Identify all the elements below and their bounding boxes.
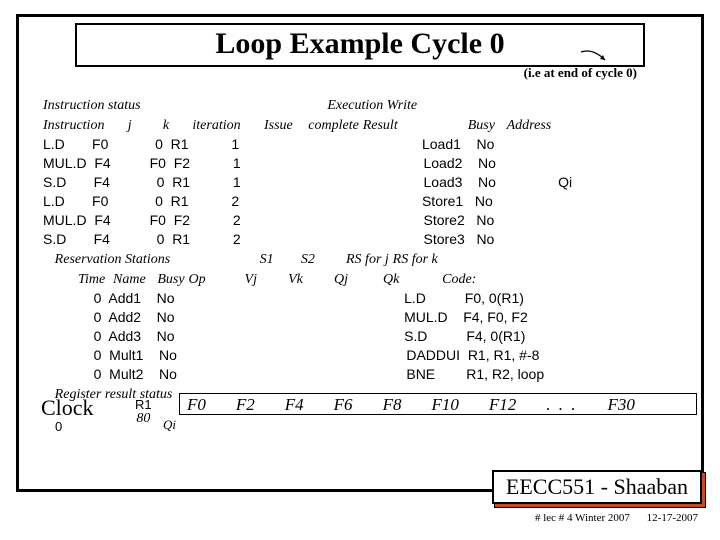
instr-row: S.D [43, 174, 66, 190]
hdr-issue: Issue [264, 118, 293, 133]
footer-date: 12-17-2007 [647, 512, 698, 524]
rs-row: 0 [94, 309, 102, 325]
r1-column: R1 80 [135, 397, 152, 426]
hdr-k: k [163, 118, 169, 133]
hdr-addr: Address [507, 118, 552, 133]
qi-label: Qi [163, 417, 176, 433]
hdr-busy: Busy [468, 118, 495, 133]
instr-row: S.D [43, 231, 66, 247]
instr-row: L.D [43, 193, 65, 209]
footer: # lec # 4 Winter 2007 12-17-2007 [521, 512, 698, 524]
hdr-result: Result [363, 118, 398, 133]
clock-row: Clock [41, 395, 136, 421]
r1-value: 80 [135, 412, 152, 426]
hdr-iter: iteration [192, 118, 240, 133]
reg: F0 [187, 395, 206, 415]
hdr-j: j [128, 118, 132, 133]
register-values: F0 F2 F4 F6 F8 F10 F12 . . . F30 [187, 395, 635, 415]
reg: F4 [285, 395, 304, 415]
reg: F2 [236, 395, 255, 415]
reg: F10 [431, 395, 458, 415]
slide-frame: Loop Example Cycle 0 (i.e at end of cycl… [16, 14, 704, 492]
reg: F12 [489, 395, 516, 415]
instr-row: MUL.D [43, 212, 87, 228]
rs-row: 0 [94, 347, 102, 363]
hdr-exec: Execution Write [327, 98, 417, 113]
instr-row: L.D [43, 136, 65, 152]
course-badge: EECC551 - Shaaban [492, 470, 702, 504]
hdr-instruction: Instruction [43, 118, 104, 133]
reg: F8 [383, 395, 402, 415]
hdr-instr-status: Instruction status [43, 98, 141, 113]
title-box: Loop Example Cycle 0 [75, 23, 645, 67]
hdr-reservation: Reservation Stations [55, 252, 171, 267]
clock-label: Clock [41, 395, 94, 421]
reg: . . . [546, 395, 577, 415]
subtitle: (i.e at end of cycle 0) [524, 65, 637, 81]
r1-label: R1 [135, 397, 152, 412]
arrow-icon [579, 50, 609, 64]
instr-row: MUL.D [43, 155, 87, 171]
hdr-code: Code: [442, 272, 476, 287]
rs-row: 0 [94, 290, 102, 306]
body-grid: Instruction status Execution Write Instr… [43, 95, 572, 404]
rs-row: 0 [94, 366, 102, 382]
reg: F30 [607, 395, 634, 415]
slide-title: Loop Example Cycle 0 [77, 27, 643, 61]
reg: F6 [334, 395, 353, 415]
footer-lec: # lec # 4 Winter 2007 [535, 512, 630, 524]
clock-value: 0 [55, 419, 62, 434]
hdr-complete: complete [308, 118, 359, 133]
rs-row: 0 [94, 328, 102, 344]
